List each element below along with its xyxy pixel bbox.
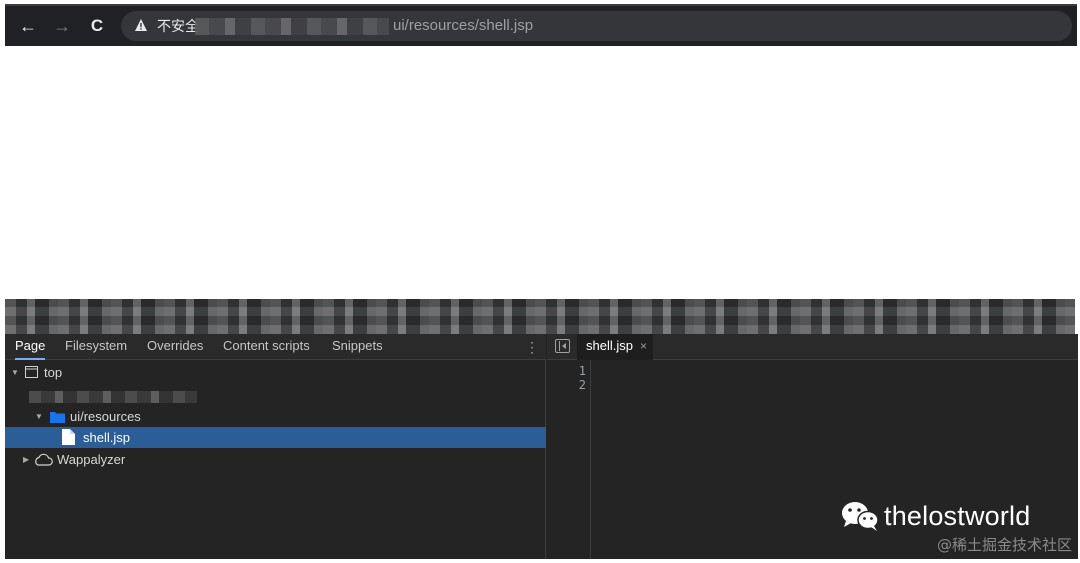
tree-item-host[interactable] (5, 386, 546, 407)
line-number-gutter: 1 2 (547, 360, 591, 559)
brand-text: thelostworld (884, 500, 1031, 531)
toggle-navigator-icon[interactable] (555, 339, 570, 353)
source-watermark: @稀土掘金技术社区 (936, 536, 1072, 554)
expanded-arrow-icon[interactable]: ▼ (11, 362, 21, 383)
close-icon[interactable]: × (640, 334, 647, 358)
more-options-icon[interactable]: ⋮ (525, 338, 539, 356)
screenshot-root: ← → C 不安全 ui/resources/shell.jsp Page Fi… (0, 0, 1080, 563)
navigator-tabs: Page Filesystem Overrides Content script… (5, 334, 546, 360)
line-number: 2 (578, 378, 586, 392)
tree-item-top[interactable]: ▼ top (5, 362, 546, 383)
forward-icon[interactable]: → (50, 14, 74, 38)
address-bar[interactable]: 不安全 ui/resources/shell.jsp (121, 11, 1072, 41)
tree-item-file-selected[interactable]: shell.jsp (5, 427, 546, 448)
redacted-devtools-toolbar (5, 299, 1075, 334)
redacted-host (29, 391, 197, 403)
back-icon[interactable]: ← (16, 14, 40, 38)
not-secure-label[interactable]: 不安全 (157, 18, 199, 34)
tree-item-folder[interactable]: ▼ ui/resources (5, 406, 546, 427)
url-path[interactable]: ui/resources/shell.jsp (393, 18, 533, 34)
editor-tab-label: shell.jsp (586, 338, 633, 353)
tab-snippets[interactable]: Snippets (332, 334, 383, 360)
collapsed-arrow-icon[interactable]: ▶ (23, 449, 33, 470)
file-icon (62, 429, 75, 445)
tab-overrides[interactable]: Overrides (147, 334, 203, 360)
editor-tab-shell-jsp[interactable]: shell.jsp × (577, 334, 653, 360)
cloud-icon (35, 453, 53, 466)
tree-item-label: ui/resources (70, 409, 141, 424)
warning-triangle-icon[interactable] (134, 18, 148, 32)
editor-tabs: shell.jsp × (547, 334, 1078, 360)
tab-filesystem[interactable]: Filesystem (65, 334, 127, 360)
tab-page[interactable]: Page (15, 334, 46, 360)
expanded-arrow-icon[interactable]: ▼ (35, 406, 45, 427)
tree-item-label: top (44, 365, 63, 380)
browser-toolbar: ← → C 不安全 ui/resources/shell.jsp (5, 4, 1077, 46)
wechat-watermark: thelostworld (840, 498, 1030, 534)
tree-item-extension[interactable]: ▶ Wappalyzer (5, 449, 546, 470)
tree-item-label: shell.jsp (83, 430, 130, 445)
tab-content-scripts[interactable]: Content scripts (223, 334, 310, 360)
line-number: 1 (578, 364, 586, 378)
navigator-pane: Page Filesystem Overrides Content script… (5, 334, 546, 559)
frame-icon (25, 366, 38, 378)
redacted-host (195, 18, 389, 35)
folder-icon (50, 412, 65, 423)
wechat-icon (842, 502, 879, 531)
tree-item-label: Wappalyzer (57, 452, 126, 467)
reload-icon[interactable]: C (85, 14, 109, 38)
